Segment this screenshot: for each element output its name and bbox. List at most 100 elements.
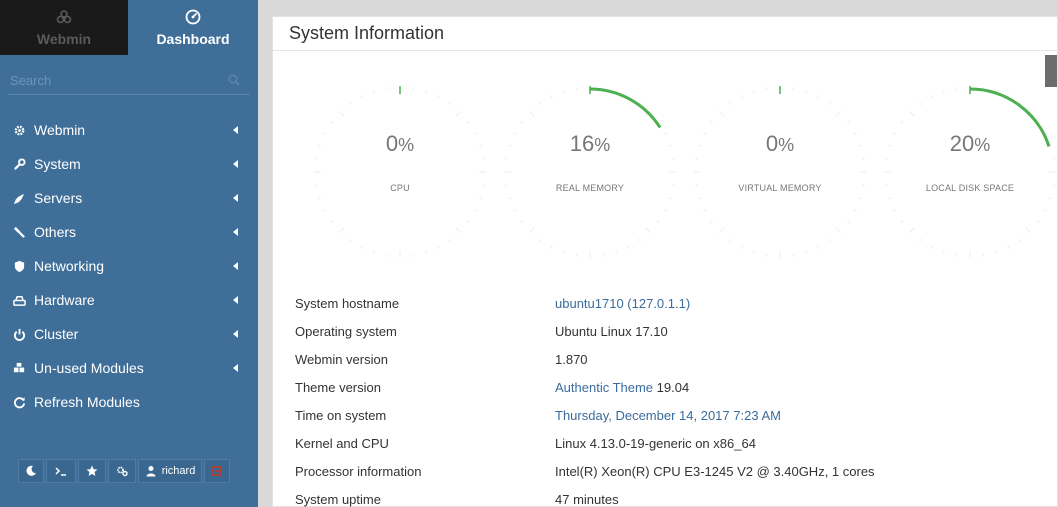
gauge-number: 0 [765, 131, 779, 156]
info-value: 47 minutes [555, 491, 619, 507]
gauge-label: LOCAL DISK SPACE [925, 183, 1015, 193]
search-box [8, 67, 250, 95]
theme-link[interactable]: Authentic Theme [555, 380, 653, 395]
gauge-tick [752, 90, 755, 94]
gauge-tick [1025, 227, 1032, 234]
gauge-tick [995, 250, 998, 254]
gauge-label: CPU [390, 183, 410, 193]
gauge-tick [338, 110, 345, 117]
gauge-tick [663, 209, 667, 212]
gauge-tick [528, 110, 535, 117]
tab-webmin-label: Webmin [36, 30, 92, 47]
search-input[interactable] [8, 67, 250, 93]
info-key: Theme version [295, 379, 381, 395]
sidebar-item-label: Others [34, 224, 77, 240]
user-button[interactable]: richard [138, 459, 202, 483]
gauge-tick [919, 102, 922, 106]
gauge-tick [930, 95, 933, 99]
sidebar-item-label: Webmin [34, 122, 86, 138]
info-key: Kernel and CPU [295, 435, 389, 451]
sidebar-item-hardware[interactable]: Hardware [0, 283, 258, 317]
gauge-dial [504, 86, 676, 258]
logout-button[interactable] [204, 459, 230, 483]
sidebar-item-label: Refresh Modules [34, 394, 140, 410]
webmin-logo-icon [56, 9, 72, 23]
gauge-tick [710, 220, 714, 223]
gauge-tick [508, 197, 512, 200]
gauge-tick [473, 209, 477, 212]
gauge-unit: % [398, 135, 415, 155]
gauge-tick [752, 250, 755, 254]
info-value: Ubuntu Linux 17.10 [555, 323, 668, 339]
info-value: Intel(R) Xeon(R) CPU E3-1245 V2 @ 3.40GH… [555, 463, 875, 479]
theme-settings-button[interactable] [108, 459, 136, 483]
gauge-number: 20 [949, 131, 975, 156]
gauge-tick [1043, 209, 1047, 212]
gauge-tick [466, 220, 470, 223]
gauge-label: REAL MEMORY [555, 183, 625, 193]
gauge-tick [900, 121, 904, 124]
sidebar-item-unused-modules[interactable]: Un-used Modules [0, 351, 258, 385]
gauge-tick [817, 95, 820, 99]
table-row: Processor information Intel(R) Xeon(R) C… [295, 457, 875, 485]
gauge-tick [448, 102, 451, 106]
gauge-tick [888, 197, 892, 200]
moon-icon [26, 465, 36, 476]
tab-webmin[interactable]: Webmin [0, 0, 128, 55]
gauge-tick [908, 227, 915, 234]
gauge-tick [718, 227, 725, 234]
tab-dashboard[interactable]: Dashboard [128, 0, 258, 55]
gauge-virtual-memory: 0% VIRTUAL MEMORY [685, 77, 875, 267]
info-key: Webmin version [295, 351, 388, 367]
table-row: System uptime 47 minutes [295, 485, 875, 507]
gauge-tick [645, 227, 652, 234]
sidebar-item-label: Networking [34, 258, 105, 274]
sidebar-item-servers[interactable]: Servers [0, 181, 258, 215]
gauge-tick [805, 90, 808, 94]
star-icon [86, 465, 98, 476]
gauge-tick [1018, 238, 1021, 242]
sidebar-item-others[interactable]: Others [0, 215, 258, 249]
table-row: Operating system Ubuntu Linux 17.10 [295, 317, 875, 345]
sidebar-item-system[interactable]: System [0, 147, 258, 181]
sidebar-footer: richard [18, 459, 230, 483]
sidebar-item-label: System [34, 156, 81, 172]
shield-icon [12, 259, 26, 273]
gauge-tick [318, 197, 322, 200]
caret-left-icon [233, 126, 238, 134]
hostname-link[interactable]: ubuntu1710 (127.0.1.1) [555, 289, 875, 317]
gauge-tick [668, 197, 672, 200]
gauge-tick [330, 121, 334, 124]
table-row: Webmin version 1.870 [295, 345, 875, 373]
terminal-button[interactable] [46, 459, 76, 483]
gauge-tick [703, 209, 707, 212]
puzzle-icon [12, 361, 26, 375]
sidebar-item-refresh-modules[interactable]: Refresh Modules [0, 385, 258, 419]
system-info-table: System hostname ubuntu1710 (127.0.1.1) O… [295, 289, 875, 507]
gauge-tick [425, 250, 428, 254]
search-icon[interactable] [228, 74, 240, 86]
gauge-value: 0% [305, 131, 495, 157]
gauge-tick [349, 102, 352, 106]
gauge-tick [627, 245, 630, 249]
sidebar: Webmin Dashboard Webmin System Servers O [0, 0, 258, 507]
info-key: System uptime [295, 491, 381, 507]
night-mode-button[interactable] [18, 459, 44, 483]
caret-left-icon [233, 228, 238, 236]
caret-left-icon [233, 194, 238, 202]
table-row: Time on system Thursday, December 14, 20… [295, 401, 875, 429]
info-key: Operating system [295, 323, 397, 339]
sidebar-item-cluster[interactable]: Cluster [0, 317, 258, 351]
gauge-tick [817, 245, 820, 249]
info-key: System hostname [295, 295, 400, 311]
gauge-tick [425, 90, 428, 94]
caret-left-icon [233, 330, 238, 338]
gauge-arc [589, 87, 662, 129]
gauge-tick [930, 245, 933, 249]
gauge-tick [513, 209, 517, 212]
favorites-button[interactable] [78, 459, 106, 483]
time-link[interactable]: Thursday, December 14, 2017 7:23 AM [555, 401, 875, 429]
sidebar-item-networking[interactable]: Networking [0, 249, 258, 283]
info-key: Time on system [295, 407, 387, 423]
sidebar-item-webmin[interactable]: Webmin [0, 113, 258, 147]
